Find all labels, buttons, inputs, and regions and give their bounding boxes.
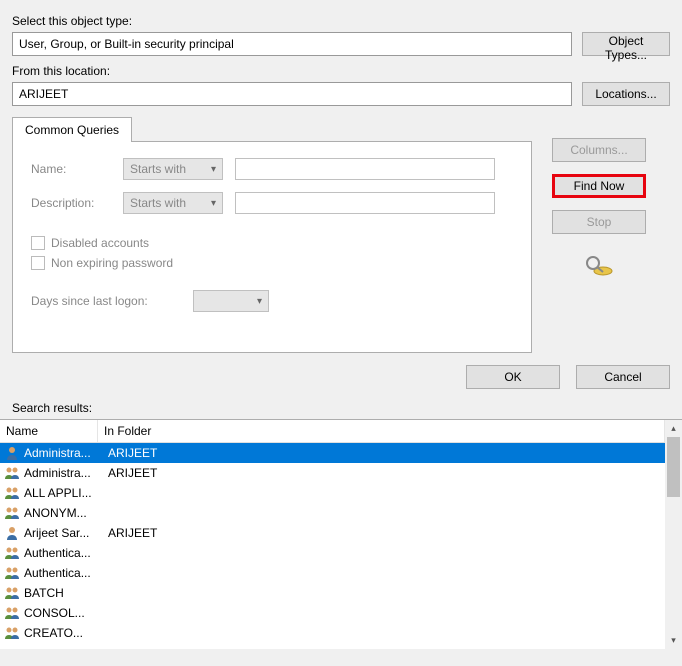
scroll-up-arrow[interactable]: ▴ bbox=[665, 420, 682, 437]
chevron-down-icon: ▾ bbox=[257, 296, 262, 307]
disabled-accounts-label: Disabled accounts bbox=[51, 236, 149, 250]
locations-button[interactable]: Locations... bbox=[582, 82, 670, 106]
disabled-accounts-checkbox[interactable] bbox=[31, 236, 45, 250]
object-type-input[interactable] bbox=[12, 32, 572, 56]
column-header-name[interactable]: Name bbox=[0, 420, 98, 442]
group-icon bbox=[4, 505, 20, 521]
group-icon bbox=[4, 585, 20, 601]
object-types-button[interactable]: Object Types... bbox=[582, 32, 670, 56]
location-label: From this location: bbox=[12, 64, 670, 78]
result-name: Arijeet Sar... bbox=[24, 526, 102, 540]
object-type-label: Select this object type: bbox=[12, 14, 670, 28]
column-header-folder[interactable]: In Folder bbox=[98, 420, 665, 442]
tab-common-queries[interactable]: Common Queries bbox=[12, 117, 132, 142]
result-name: CREATO... bbox=[24, 626, 102, 640]
search-icon bbox=[583, 254, 615, 278]
result-name: Authentica... bbox=[24, 546, 102, 560]
non-expiring-checkbox[interactable] bbox=[31, 256, 45, 270]
result-name: BATCH bbox=[24, 586, 102, 600]
result-name: ANONYM... bbox=[24, 506, 102, 520]
result-name: Authentica... bbox=[24, 566, 102, 580]
result-name: Administra... bbox=[24, 446, 102, 460]
scroll-thumb[interactable] bbox=[667, 437, 680, 497]
result-name: ALL APPLI... bbox=[24, 486, 102, 500]
group-icon bbox=[4, 565, 20, 581]
result-folder: ARIJEET bbox=[102, 446, 665, 460]
non-expiring-label: Non expiring password bbox=[51, 256, 173, 270]
group-icon bbox=[4, 465, 20, 481]
result-name: Administra... bbox=[24, 466, 102, 480]
location-input[interactable] bbox=[12, 82, 572, 106]
days-since-combo[interactable]: ▾ bbox=[193, 290, 269, 312]
results-list: Name In Folder Administra...ARIJEETAdmin… bbox=[0, 419, 665, 649]
query-desc-label: Description: bbox=[31, 196, 111, 210]
desc-query-input[interactable] bbox=[235, 192, 495, 214]
scrollbar[interactable]: ▴ ▾ bbox=[665, 419, 682, 649]
cancel-button[interactable]: Cancel bbox=[576, 365, 670, 389]
list-item[interactable]: Arijeet Sar...ARIJEET bbox=[0, 523, 665, 543]
name-mode-value: Starts with bbox=[130, 162, 186, 176]
search-results-label: Search results: bbox=[0, 401, 682, 419]
group-icon bbox=[4, 605, 20, 621]
result-folder: ARIJEET bbox=[102, 466, 665, 480]
ok-button[interactable]: OK bbox=[466, 365, 560, 389]
stop-button[interactable]: Stop bbox=[552, 210, 646, 234]
find-now-button[interactable]: Find Now bbox=[552, 174, 646, 198]
user-icon bbox=[4, 445, 20, 461]
desc-mode-combo[interactable]: Starts with ▾ bbox=[123, 192, 223, 214]
common-queries-panel: Name: Starts with ▾ Description: Starts … bbox=[12, 141, 532, 353]
group-icon bbox=[4, 485, 20, 501]
user-icon bbox=[4, 525, 20, 541]
list-item[interactable]: BATCH bbox=[0, 583, 665, 603]
chevron-down-icon: ▾ bbox=[211, 198, 216, 209]
list-item[interactable]: CONSOL... bbox=[0, 603, 665, 623]
query-name-label: Name: bbox=[31, 162, 111, 176]
group-icon bbox=[4, 545, 20, 561]
list-item[interactable]: Authentica... bbox=[0, 543, 665, 563]
name-query-input[interactable] bbox=[235, 158, 495, 180]
name-mode-combo[interactable]: Starts with ▾ bbox=[123, 158, 223, 180]
desc-mode-value: Starts with bbox=[130, 196, 186, 210]
list-item[interactable]: Authentica... bbox=[0, 563, 665, 583]
result-name: CONSOL... bbox=[24, 606, 102, 620]
scroll-down-arrow[interactable]: ▾ bbox=[665, 632, 682, 649]
chevron-down-icon: ▾ bbox=[211, 164, 216, 175]
list-item[interactable]: Administra...ARIJEET bbox=[0, 463, 665, 483]
columns-button[interactable]: Columns... bbox=[552, 138, 646, 162]
list-item[interactable]: Administra...ARIJEET bbox=[0, 443, 665, 463]
list-item[interactable]: ANONYM... bbox=[0, 503, 665, 523]
list-item[interactable]: ALL APPLI... bbox=[0, 483, 665, 503]
group-icon bbox=[4, 625, 20, 641]
list-item[interactable]: CREATO... bbox=[0, 623, 665, 643]
days-since-label: Days since last logon: bbox=[31, 294, 181, 308]
result-folder: ARIJEET bbox=[102, 526, 665, 540]
